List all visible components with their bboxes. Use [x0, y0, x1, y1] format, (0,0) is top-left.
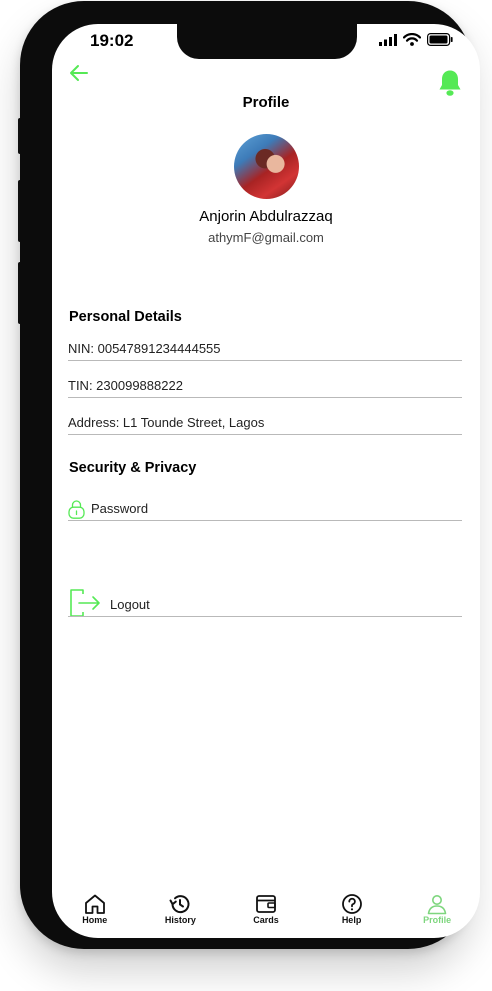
tab-cards[interactable]: Cards — [226, 892, 306, 925]
back-arrow-icon[interactable] — [68, 62, 90, 84]
page-title: Profile — [242, 94, 290, 111]
tab-profile[interactable]: Profile — [397, 892, 477, 925]
tab-help-label: Help — [341, 915, 362, 925]
address-row: Address: L1 Tounde Street, Lagos — [68, 415, 462, 435]
bell-icon[interactable] — [438, 69, 462, 97]
logout-icon[interactable] — [69, 588, 101, 618]
password-row-divider — [68, 520, 91, 521]
lock-icon — [68, 500, 85, 519]
password-row[interactable]: Password — [91, 501, 462, 521]
tab-home[interactable]: Home — [55, 892, 135, 925]
personal-details-heading: Personal Details — [69, 309, 182, 325]
user-icon — [427, 895, 447, 915]
nin-row: NIN: 00547891234444555 — [68, 341, 462, 361]
bottom-tab-bar: Home History Cards Help Profile — [52, 892, 480, 938]
tin-row: TIN: 230099888222 — [68, 378, 462, 398]
app-screen: 19:02 Profile Anjorin Abdulrazzaq athymF… — [52, 24, 480, 938]
user-name: Anjorin Abdulrazzaq — [199, 208, 333, 225]
logout-button[interactable]: Logout — [110, 597, 462, 617]
help-icon — [341, 894, 362, 914]
tab-history-label: History — [164, 915, 196, 925]
user-email: athymF@gmail.com — [208, 230, 324, 245]
status-time: 19:02 — [90, 31, 134, 50]
status-icons — [379, 33, 453, 46]
tab-profile-label: Profile — [423, 915, 452, 925]
wallet-icon — [256, 895, 276, 913]
tab-history[interactable]: History — [140, 892, 220, 925]
phone-frame: 19:02 Profile Anjorin Abdulrazzaq athymF… — [20, 1, 480, 949]
signal-icon — [379, 33, 397, 46]
battery-icon — [427, 33, 453, 46]
logout-row-divider — [68, 616, 110, 617]
tab-cards-label: Cards — [253, 915, 279, 925]
home-icon — [84, 894, 105, 914]
tab-help[interactable]: Help — [312, 892, 392, 925]
avatar — [234, 134, 299, 199]
security-privacy-heading: Security & Privacy — [69, 460, 197, 476]
wifi-icon — [403, 33, 421, 46]
notch — [177, 24, 357, 59]
history-icon — [169, 895, 190, 914]
tab-home-label: Home — [82, 915, 108, 925]
